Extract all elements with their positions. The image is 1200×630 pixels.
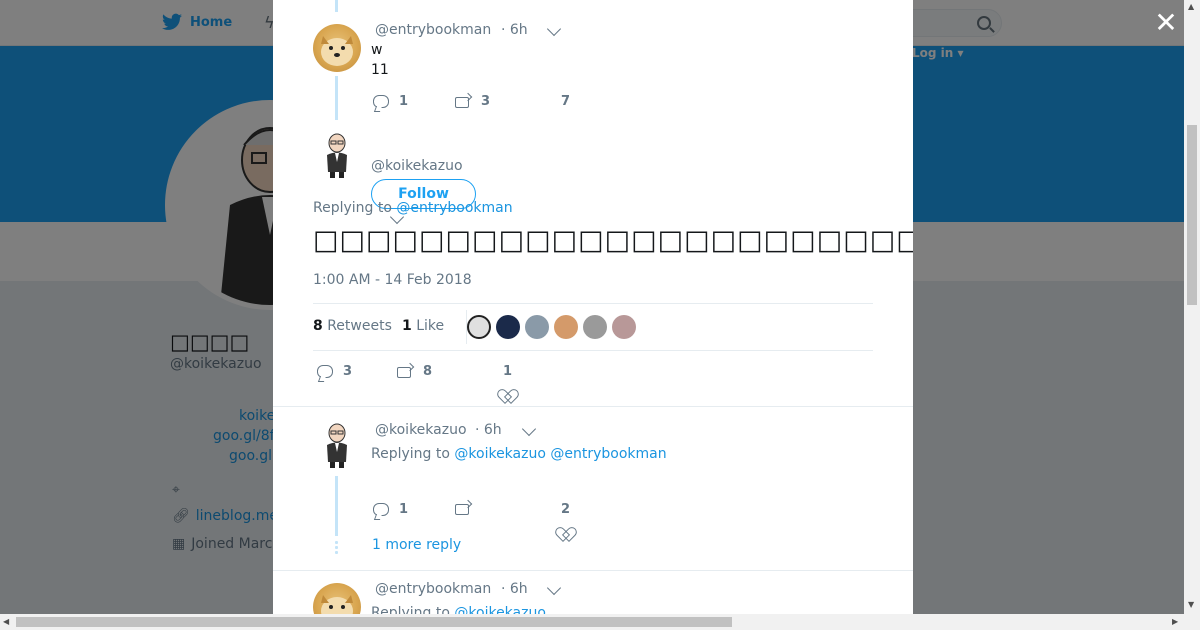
- retweet-count: 8: [423, 364, 433, 379]
- replying-to-prefix: Replying to: [371, 605, 455, 614]
- like-count: 2: [561, 502, 571, 517]
- tweet-time[interactable]: · 6h: [475, 422, 502, 438]
- replying-to-link[interactable]: @koikekazuo: [454, 605, 546, 614]
- replying-to: Replying to @koikekazuo: [371, 605, 546, 614]
- avatar[interactable]: [313, 420, 361, 468]
- tweet-time[interactable]: · 6h: [501, 581, 528, 597]
- retweet-icon: [453, 95, 471, 108]
- retweet-icon: [395, 365, 413, 378]
- replying-to: Replying to @koikekazuo @entrybookman: [371, 446, 667, 462]
- vertical-scrollbar[interactable]: ▲ ▼: [1184, 0, 1200, 614]
- tweet-handle[interactable]: @koikekazuo: [371, 158, 463, 174]
- thread-line: [335, 476, 338, 536]
- retweets-stat[interactable]: 8 Retweets: [313, 318, 392, 334]
- close-icon[interactable]: ✕: [1154, 9, 1178, 37]
- reply-button[interactable]: 1: [373, 94, 408, 109]
- reply-count: 1: [399, 502, 409, 517]
- replying-to-link[interactable]: @entrybookman: [396, 200, 512, 216]
- more-replies-dots: [335, 540, 338, 556]
- doge-avatar-image: [321, 36, 353, 66]
- avatar[interactable]: [313, 130, 361, 178]
- like-button[interactable]: 2: [561, 502, 570, 517]
- replying-to-link[interactable]: @koikekazuo: [454, 446, 546, 462]
- retweet-button[interactable]: 8: [395, 364, 432, 379]
- avatar[interactable]: [313, 583, 361, 614]
- replying-to-link[interactable]: @entrybookman: [550, 446, 666, 462]
- tweet-handle[interactable]: @koikekazuo: [375, 422, 467, 438]
- divider: [273, 570, 913, 571]
- like-count: 1: [503, 364, 513, 379]
- heart-icon[interactable]: [501, 390, 517, 404]
- heart-icon[interactable]: [559, 528, 575, 542]
- chevron-down-icon[interactable]: [546, 580, 562, 596]
- chevron-down-icon[interactable]: [521, 421, 537, 437]
- retweet-count: 3: [481, 94, 491, 109]
- thread-line: [335, 0, 338, 12]
- scrollbar-thumb[interactable]: [16, 617, 732, 627]
- retweet-button[interactable]: 3: [453, 94, 490, 109]
- chevron-down-icon[interactable]: [546, 21, 562, 37]
- avatar[interactable]: [612, 315, 636, 339]
- replying-to: Replying to @entrybookman: [313, 200, 513, 216]
- retweet-button[interactable]: [453, 502, 471, 515]
- horizontal-scrollbar[interactable]: ◀ ▶: [0, 614, 1200, 630]
- like-button[interactable]: 7: [561, 94, 570, 109]
- tweet-modal: @entrybookman · 6h w 11 1 3 7 @koikekazu…: [273, 0, 913, 614]
- retweet-icon: [453, 502, 471, 515]
- tweet-handle[interactable]: @entrybookman: [375, 581, 491, 597]
- scroll-down-arrow-icon[interactable]: ▼: [1188, 600, 1194, 609]
- main-tweet-text: □□□□□□□□□□□□□□□□□□□□□□□□□□□□□□□□□□□□□□□□…: [313, 225, 913, 256]
- likes-stat[interactable]: 1 Like: [402, 318, 444, 334]
- tweet-time[interactable]: · 6h: [501, 22, 528, 38]
- replying-to-prefix: Replying to: [371, 446, 455, 462]
- reply-count: 3: [343, 364, 353, 379]
- like-button[interactable]: 1: [503, 364, 512, 379]
- scrollbar-thumb[interactable]: [1187, 125, 1197, 305]
- scroll-left-arrow-icon[interactable]: ◀: [3, 617, 9, 626]
- retweets-stat-count: 8: [313, 318, 323, 334]
- retweets-stat-label: Retweets: [327, 318, 392, 334]
- koike-avatar-image: [327, 423, 347, 468]
- tweet-text-line: 11: [371, 62, 389, 78]
- reply-icon: [373, 503, 389, 516]
- avatar[interactable]: [496, 315, 520, 339]
- scroll-right-arrow-icon[interactable]: ▶: [1172, 617, 1178, 626]
- reply-button[interactable]: 1: [373, 502, 408, 517]
- avatar[interactable]: [467, 315, 491, 339]
- thread-line: [335, 76, 338, 120]
- more-replies-link[interactable]: 1 more reply: [372, 537, 461, 553]
- reply-button[interactable]: 3: [317, 364, 352, 379]
- scroll-up-arrow-icon[interactable]: ▲: [1188, 2, 1194, 11]
- divider: [273, 406, 913, 407]
- tweet-text-line: w: [371, 42, 383, 58]
- reply-icon: [373, 95, 389, 108]
- reply-count: 1: [399, 94, 409, 109]
- avatar[interactable]: [525, 315, 549, 339]
- avatar[interactable]: [554, 315, 578, 339]
- tweet-handle[interactable]: @entrybookman: [375, 22, 491, 38]
- likes-stat-count: 1: [402, 318, 412, 334]
- tweet-timestamp[interactable]: 1:00 AM - 14 Feb 2018: [313, 272, 472, 288]
- reply-icon: [317, 365, 333, 378]
- avatar[interactable]: [313, 24, 361, 72]
- avatar[interactable]: [583, 315, 607, 339]
- doge-avatar-image: [321, 595, 353, 614]
- like-count: 7: [561, 94, 571, 109]
- koike-avatar-image: [327, 133, 347, 178]
- tweet-stats: 8 Retweets 1 Like: [313, 303, 873, 351]
- likes-stat-label: Like: [416, 318, 445, 334]
- replying-to-prefix: Replying to: [313, 200, 397, 216]
